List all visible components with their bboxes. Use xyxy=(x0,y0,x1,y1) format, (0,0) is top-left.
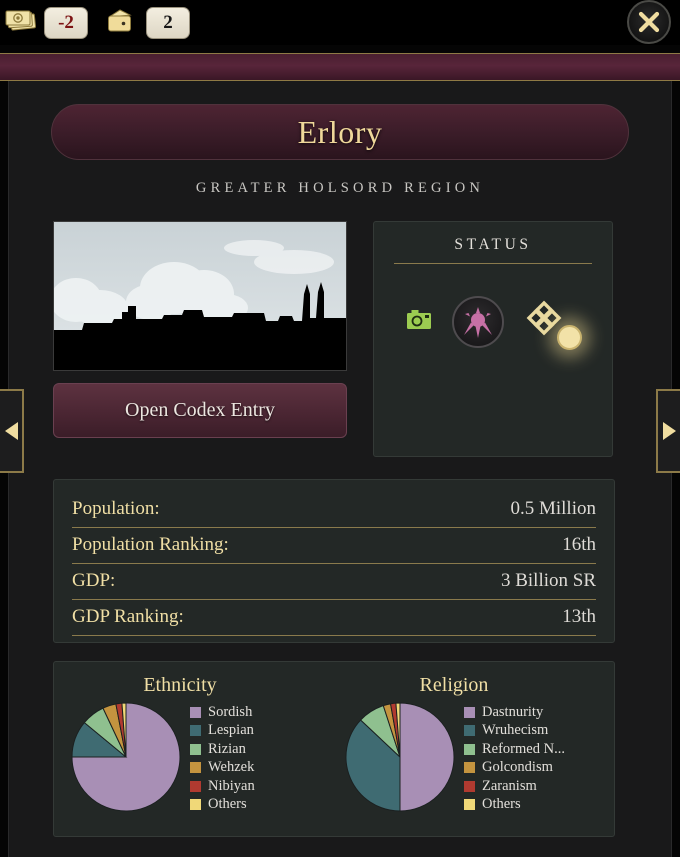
ethnicity-pie xyxy=(70,701,182,813)
legend-label: Reformed N... xyxy=(482,740,565,757)
status-panel-title: STATUS xyxy=(454,236,532,253)
sun-emblem-icon[interactable] xyxy=(452,296,504,348)
legend-label: Rizian xyxy=(208,740,246,757)
stat-value: 3 Billion SR xyxy=(500,570,596,591)
chevron-left-icon xyxy=(4,422,18,440)
legend-item: Rizian xyxy=(190,740,255,759)
region-panel: Erlory GREATER HOLSORD REGION Open Codex… xyxy=(8,81,672,857)
legend-item: Others xyxy=(190,796,255,815)
region-media-column: Open Codex Entry xyxy=(53,221,347,457)
close-button[interactable] xyxy=(627,0,671,44)
legend-label: Wruhecism xyxy=(482,722,549,739)
legend-swatch xyxy=(464,706,475,718)
region-skyline-image xyxy=(53,221,347,371)
resource-wallet: 2 xyxy=(106,6,190,39)
legend-swatch xyxy=(190,799,201,811)
legend-swatch xyxy=(190,706,201,718)
pie-slice xyxy=(399,702,455,812)
resource-money: -2 xyxy=(4,6,88,39)
legend-label: Others xyxy=(208,796,247,813)
legend-item: Lespian xyxy=(190,722,255,741)
region-statistics-card: Population: 0.5 Million Population Ranki… xyxy=(53,479,615,643)
region-info-screen: -2 2 Erlory GREATER HOLSORD REGION Open … xyxy=(0,0,680,857)
legend-item: Wruhecism xyxy=(464,722,565,741)
legend-swatch xyxy=(190,780,201,792)
wallet-value-chip[interactable]: 2 xyxy=(146,6,190,39)
legend-label: Others xyxy=(482,796,521,813)
religion-legend: Dastnurity Wruhecism Reformed N... Golcondi… xyxy=(464,701,565,814)
legend-label: Sordish xyxy=(208,703,253,720)
legend-swatch xyxy=(464,725,475,737)
legend-item: Others xyxy=(464,796,565,815)
religion-chart: Religion Dastnurity Wruhecism Reformed N..… xyxy=(334,672,608,836)
overview-row: Open Codex Entry STATUS xyxy=(9,197,671,457)
chart-title: Ethnicity xyxy=(143,674,217,696)
next-region-button[interactable] xyxy=(656,389,680,473)
chart-title: Religion xyxy=(419,674,489,696)
legend-item: Wehzek xyxy=(190,759,255,778)
legend-item: Nibiyan xyxy=(190,777,255,796)
legend-label: Golcondism xyxy=(482,759,553,776)
legend-item: Zaranism xyxy=(464,777,565,796)
legend-label: Wehzek xyxy=(208,759,255,776)
ethnicity-legend: Sordish Lespian Rizian Wehzek Nibiyan Others xyxy=(190,701,255,814)
legend-swatch xyxy=(464,743,475,755)
legend-item: Reformed N... xyxy=(464,740,565,759)
legend-label: Lespian xyxy=(208,722,254,739)
status-panel: STATUS xyxy=(373,221,613,457)
stat-label: Population Ranking: xyxy=(72,534,229,555)
previous-region-button[interactable] xyxy=(0,389,24,473)
table-row: Population Ranking: 16th xyxy=(72,528,596,564)
religion-pie xyxy=(344,701,456,813)
stat-label: Population: xyxy=(72,498,160,519)
wallet-icon xyxy=(106,8,140,38)
legend-item: Golcondism xyxy=(464,759,565,778)
stat-label: GDP Ranking: xyxy=(72,606,184,627)
region-title-plate: Erlory xyxy=(51,104,629,160)
legend-swatch xyxy=(464,762,475,774)
money-stack-icon xyxy=(4,8,38,38)
legend-swatch xyxy=(464,780,475,792)
demographics-card: Ethnicity Sordish Lespian Rizian Wehzek Nibi… xyxy=(53,661,615,837)
table-row: GDP: 3 Billion SR xyxy=(72,564,596,600)
camera-icon[interactable] xyxy=(406,309,432,336)
resource-topbar: -2 2 xyxy=(0,0,680,45)
close-icon xyxy=(638,11,660,33)
stat-value: 16th xyxy=(562,534,596,555)
stat-label: GDP: xyxy=(72,570,116,591)
stat-value: 0.5 Million xyxy=(510,498,596,519)
legend-label: Zaranism xyxy=(482,777,537,794)
status-icon-row xyxy=(392,296,594,350)
status-divider xyxy=(394,263,592,264)
money-value-chip[interactable]: -2 xyxy=(44,6,88,39)
ethnicity-chart: Ethnicity Sordish Lespian Rizian Wehzek Nibi… xyxy=(60,672,334,836)
glow-indicator-icon xyxy=(557,325,582,350)
legend-label: Nibiyan xyxy=(208,777,255,794)
legend-swatch xyxy=(190,743,201,755)
region-subtitle: GREATER HOLSORD REGION xyxy=(195,180,485,196)
knot-emblem-icon[interactable] xyxy=(524,298,582,350)
legend-swatch xyxy=(190,725,201,737)
legend-item: Dastnurity xyxy=(464,703,565,722)
legend-swatch xyxy=(464,799,475,811)
table-row: Population: 0.5 Million xyxy=(72,492,596,528)
table-row: GDP Ranking: 13th xyxy=(72,600,596,636)
legend-label: Dastnurity xyxy=(482,703,544,720)
chevron-right-icon xyxy=(662,422,676,440)
open-codex-entry-button[interactable]: Open Codex Entry xyxy=(53,383,347,438)
stat-value: 13th xyxy=(562,606,596,627)
header-divider-band xyxy=(0,53,680,81)
page-title: Erlory xyxy=(297,113,383,150)
legend-item: Sordish xyxy=(190,703,255,722)
legend-swatch xyxy=(190,762,201,774)
